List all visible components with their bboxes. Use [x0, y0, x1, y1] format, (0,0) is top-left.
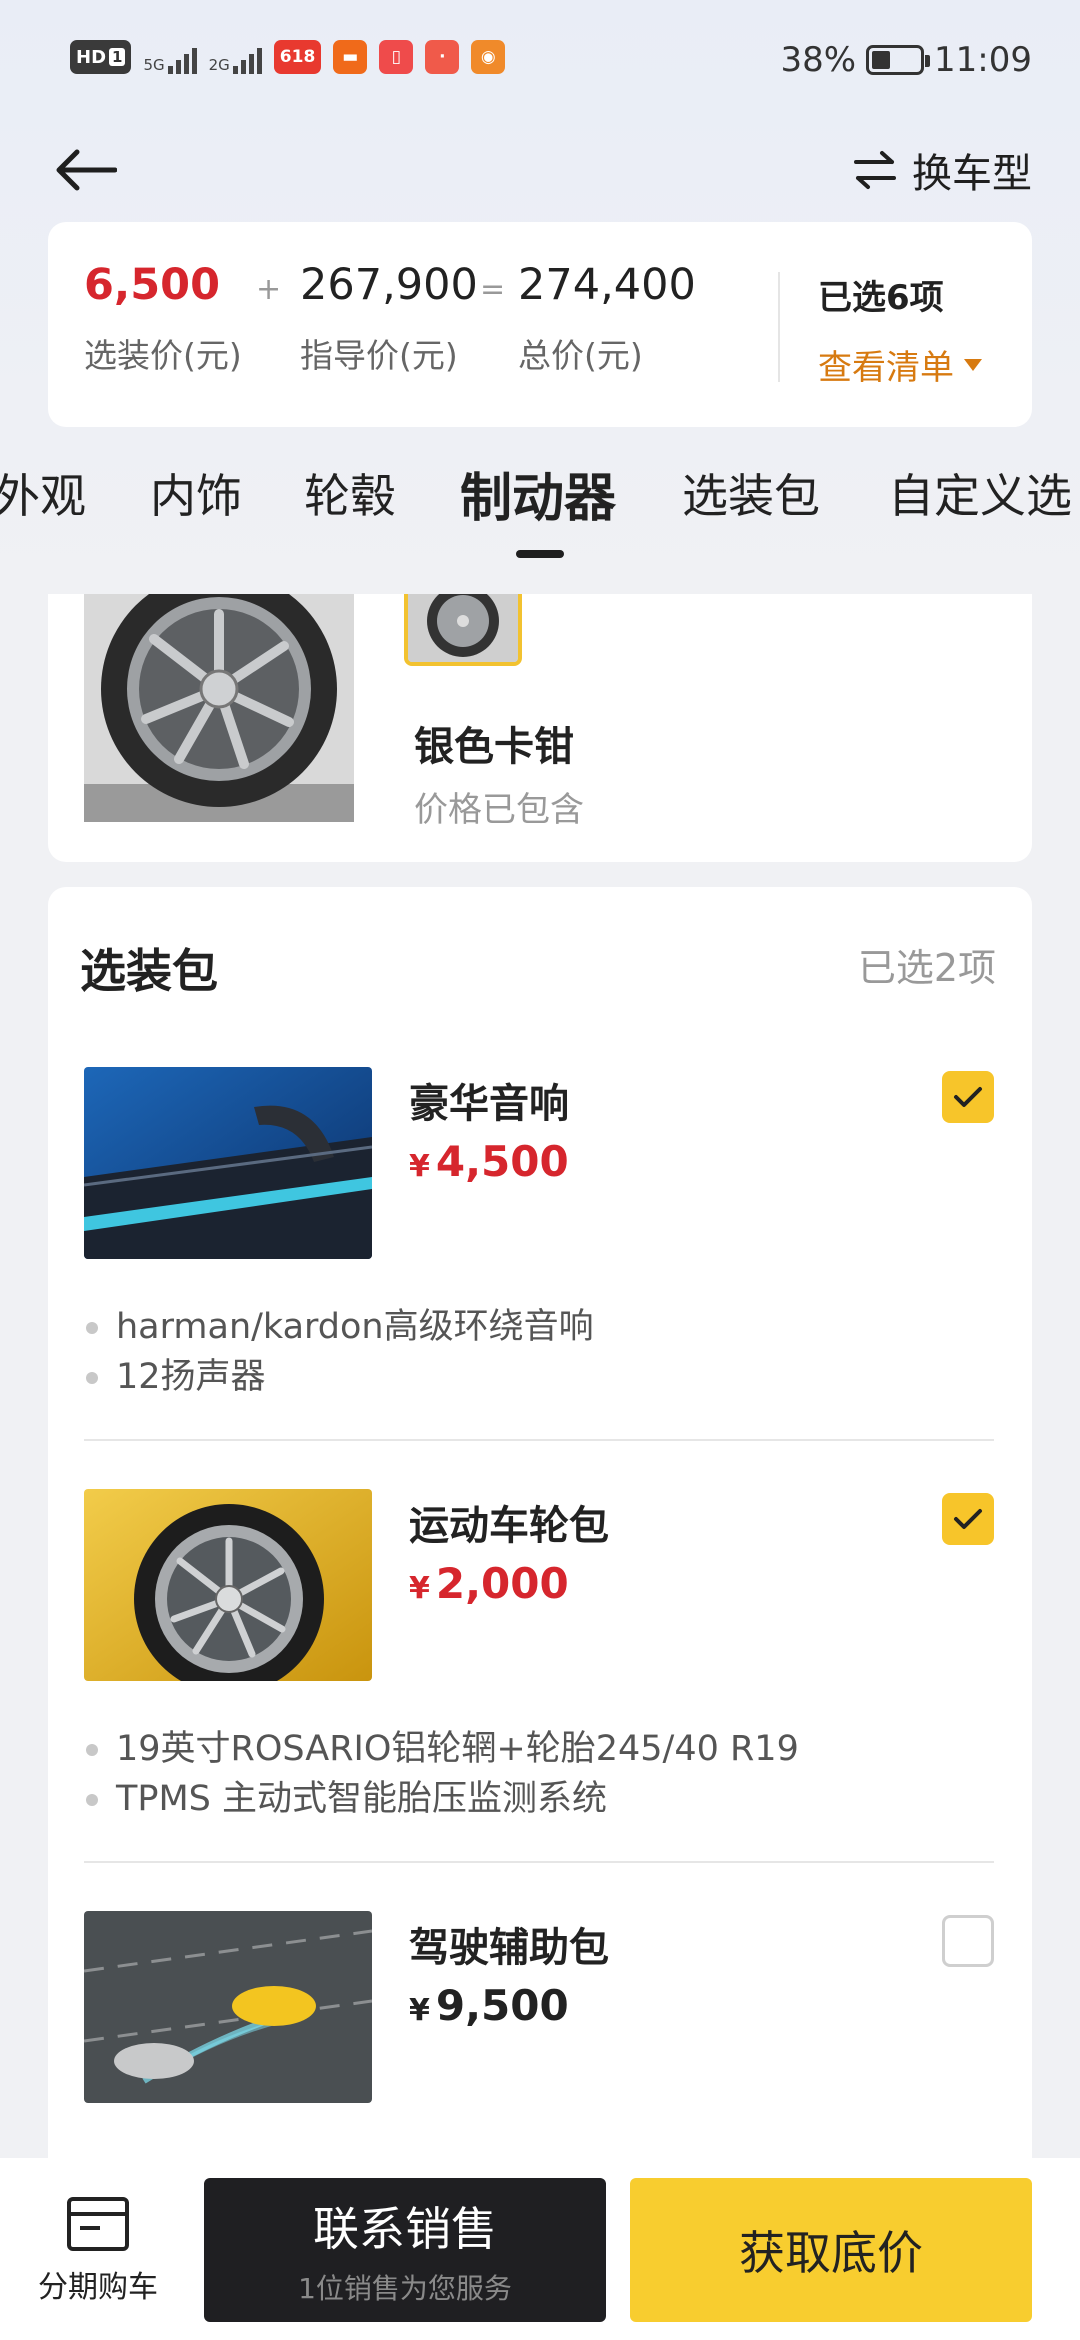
packages-selected-count: 已选2项 — [857, 946, 996, 990]
plus-sign: + — [256, 272, 282, 307]
huawei-app-icon: · — [425, 40, 460, 74]
switch-model-label: 换车型 — [912, 151, 1032, 197]
brake-price-note: 价格已包含 — [414, 790, 584, 830]
guide-price-group: 267,900 指导价(元) — [300, 260, 478, 377]
view-list-button[interactable]: 查看清单 — [818, 340, 982, 389]
clock: 11:09 — [934, 40, 1032, 80]
audio-package-image — [84, 1067, 372, 1259]
option-price-label: 选装价(元) — [84, 336, 242, 376]
installment-button[interactable]: 分期购车 — [28, 2196, 168, 2306]
tab-interior[interactable]: 内饰 — [150, 460, 242, 526]
selected-count: 已选6项 — [818, 278, 944, 318]
package-price-value: 2,000 — [435, 1559, 569, 1608]
package-checkbox[interactable] — [942, 1493, 994, 1545]
contact-sales-sublabel: 1位销售为您服务 — [298, 2272, 512, 2305]
total-price-group: 274,400 总价(元) — [518, 260, 696, 377]
guide-price: 267,900 — [300, 260, 478, 310]
installment-card-icon — [67, 2197, 129, 2251]
package-name: 豪华音响 — [409, 1081, 569, 1127]
get-lowest-price-button[interactable]: 获取底价 — [630, 2178, 1032, 2322]
hd-indicator: HD 1 — [70, 40, 132, 74]
contact-sales-label: 联系销售 — [313, 2202, 497, 2256]
reader-app-icon: ▯ — [379, 40, 414, 74]
tab-packages[interactable]: 选装包 — [682, 460, 820, 526]
package-item-sport-wheels[interactable]: 运动车轮包 ¥ 2,000 19英寸ROSARIO铝轮辋+轮胎245/40 R1… — [84, 1489, 994, 1819]
brake-wheel-image — [84, 594, 354, 822]
app-badge-label: 618 — [279, 47, 316, 67]
currency-symbol: ¥ — [409, 1993, 430, 2028]
summary-divider — [778, 272, 780, 382]
battery-icon — [866, 45, 931, 75]
tab-exterior[interactable]: 外观 — [0, 460, 86, 526]
get-lowest-price-label: 获取底价 — [739, 2226, 923, 2280]
switch-model-button[interactable]: 换车型 — [852, 140, 1032, 200]
shop-app-icon: ▬ — [333, 40, 368, 74]
option-price: 6,500 — [84, 260, 221, 310]
category-tabs: 外观 内饰 轮毂 制动器 选装包 自定义选 — [0, 460, 1080, 560]
option-price-group: 6,500 选装价(元) — [84, 260, 242, 377]
equals-sign: = — [480, 272, 506, 307]
active-tab-indicator — [516, 550, 564, 558]
signal-2g-icon: 2G — [209, 40, 262, 74]
packages-title: 选装包 — [80, 944, 218, 998]
status-right: 38% 11:09 — [780, 40, 1032, 80]
package-price-value: 9,500 — [435, 1981, 569, 2030]
hd-label: HD — [76, 46, 107, 68]
hd-num: 1 — [109, 48, 126, 66]
signal-2g-label: 2G — [208, 56, 230, 74]
feature-item: TPMS 主动式智能胎压监测系统 — [84, 1774, 799, 1824]
bottom-action-bar: 分期购车 联系销售 1位销售为您服务 获取底价 — [0, 2158, 1080, 2340]
total-price: 274,400 — [518, 260, 696, 310]
package-price: ¥ 4,500 — [409, 1137, 569, 1186]
back-button[interactable] — [50, 140, 120, 200]
currency-symbol: ¥ — [409, 1149, 430, 1184]
price-summary-card: 6,500 选装价(元) + 267,900 指导价(元) = 274,400 … — [48, 222, 1032, 427]
status-icons: HD 1 5G 2G 618 ▬ ▯ · ◉ — [70, 40, 506, 74]
package-name: 驾驶辅助包 — [409, 1925, 609, 1971]
signal-5g-icon: 5G — [143, 40, 197, 74]
assist-package-image — [84, 1911, 372, 2103]
package-checkbox[interactable] — [942, 1071, 994, 1123]
back-arrow-icon — [56, 149, 117, 191]
package-checkbox[interactable] — [942, 1915, 994, 1967]
tab-brakes[interactable]: 制动器 — [460, 460, 616, 531]
brake-option-card: 银色卡钳 价格已包含 — [48, 594, 1032, 862]
checkmark-icon — [954, 1087, 982, 1107]
package-features: 19英寸ROSARIO铝轮辋+轮胎245/40 R19 TPMS 主动式智能胎压… — [84, 1724, 799, 1824]
package-item-premium-audio[interactable]: 豪华音响 ¥ 4,500 harman/kardon高级环绕音响 12扬声器 — [84, 1067, 994, 1397]
installment-label: 分期购车 — [38, 2270, 158, 2305]
package-price: ¥ 9,500 — [409, 1981, 569, 2030]
feature-item: harman/kardon高级环绕音响 — [84, 1302, 594, 1352]
option-packages-card: 选装包 已选2项 豪华音响 ¥ 4,500 harman/kardon高级环绕音… — [48, 887, 1032, 2187]
view-list-label: 查看清单 — [818, 348, 954, 388]
game-app-icon: ◉ — [471, 40, 506, 74]
signal-5g-label: 5G — [143, 56, 165, 74]
package-item-driver-assist[interactable]: 驾驶辅助包 ¥ 9,500 — [84, 1911, 994, 2171]
wheel-package-image — [84, 1489, 372, 1681]
checkmark-icon — [954, 1509, 982, 1529]
tab-custom[interactable]: 自定义选 — [888, 460, 1072, 526]
package-divider — [84, 1861, 994, 1863]
feature-item: 19英寸ROSARIO铝轮辋+轮胎245/40 R19 — [84, 1724, 799, 1774]
total-price-label: 总价(元) — [518, 336, 643, 376]
currency-symbol: ¥ — [409, 1571, 430, 1606]
silver-caliper-swatch[interactable] — [404, 594, 522, 666]
contact-sales-button[interactable]: 联系销售 1位销售为您服务 — [204, 2178, 606, 2322]
battery-percent: 38% — [780, 40, 857, 80]
package-name: 运动车轮包 — [409, 1503, 609, 1549]
package-price: ¥ 2,000 — [409, 1559, 569, 1608]
swap-arrows-icon — [854, 151, 896, 189]
package-divider — [84, 1439, 994, 1441]
top-nav: 换车型 — [0, 130, 1080, 210]
tab-wheels[interactable]: 轮毂 — [304, 460, 396, 526]
package-features: harman/kardon高级环绕音响 12扬声器 — [84, 1302, 594, 1402]
feature-item: 12扬声器 — [84, 1352, 594, 1402]
taobao-app-icon: 618 — [273, 40, 322, 74]
guide-price-label: 指导价(元) — [300, 336, 458, 376]
wheel-illustration — [84, 594, 354, 822]
caret-down-icon — [964, 358, 982, 371]
brake-option-name: 银色卡钳 — [414, 724, 574, 770]
package-price-value: 4,500 — [435, 1137, 569, 1186]
status-bar: HD 1 5G 2G 618 ▬ ▯ · ◉ 38% 11:09 — [0, 0, 1080, 120]
